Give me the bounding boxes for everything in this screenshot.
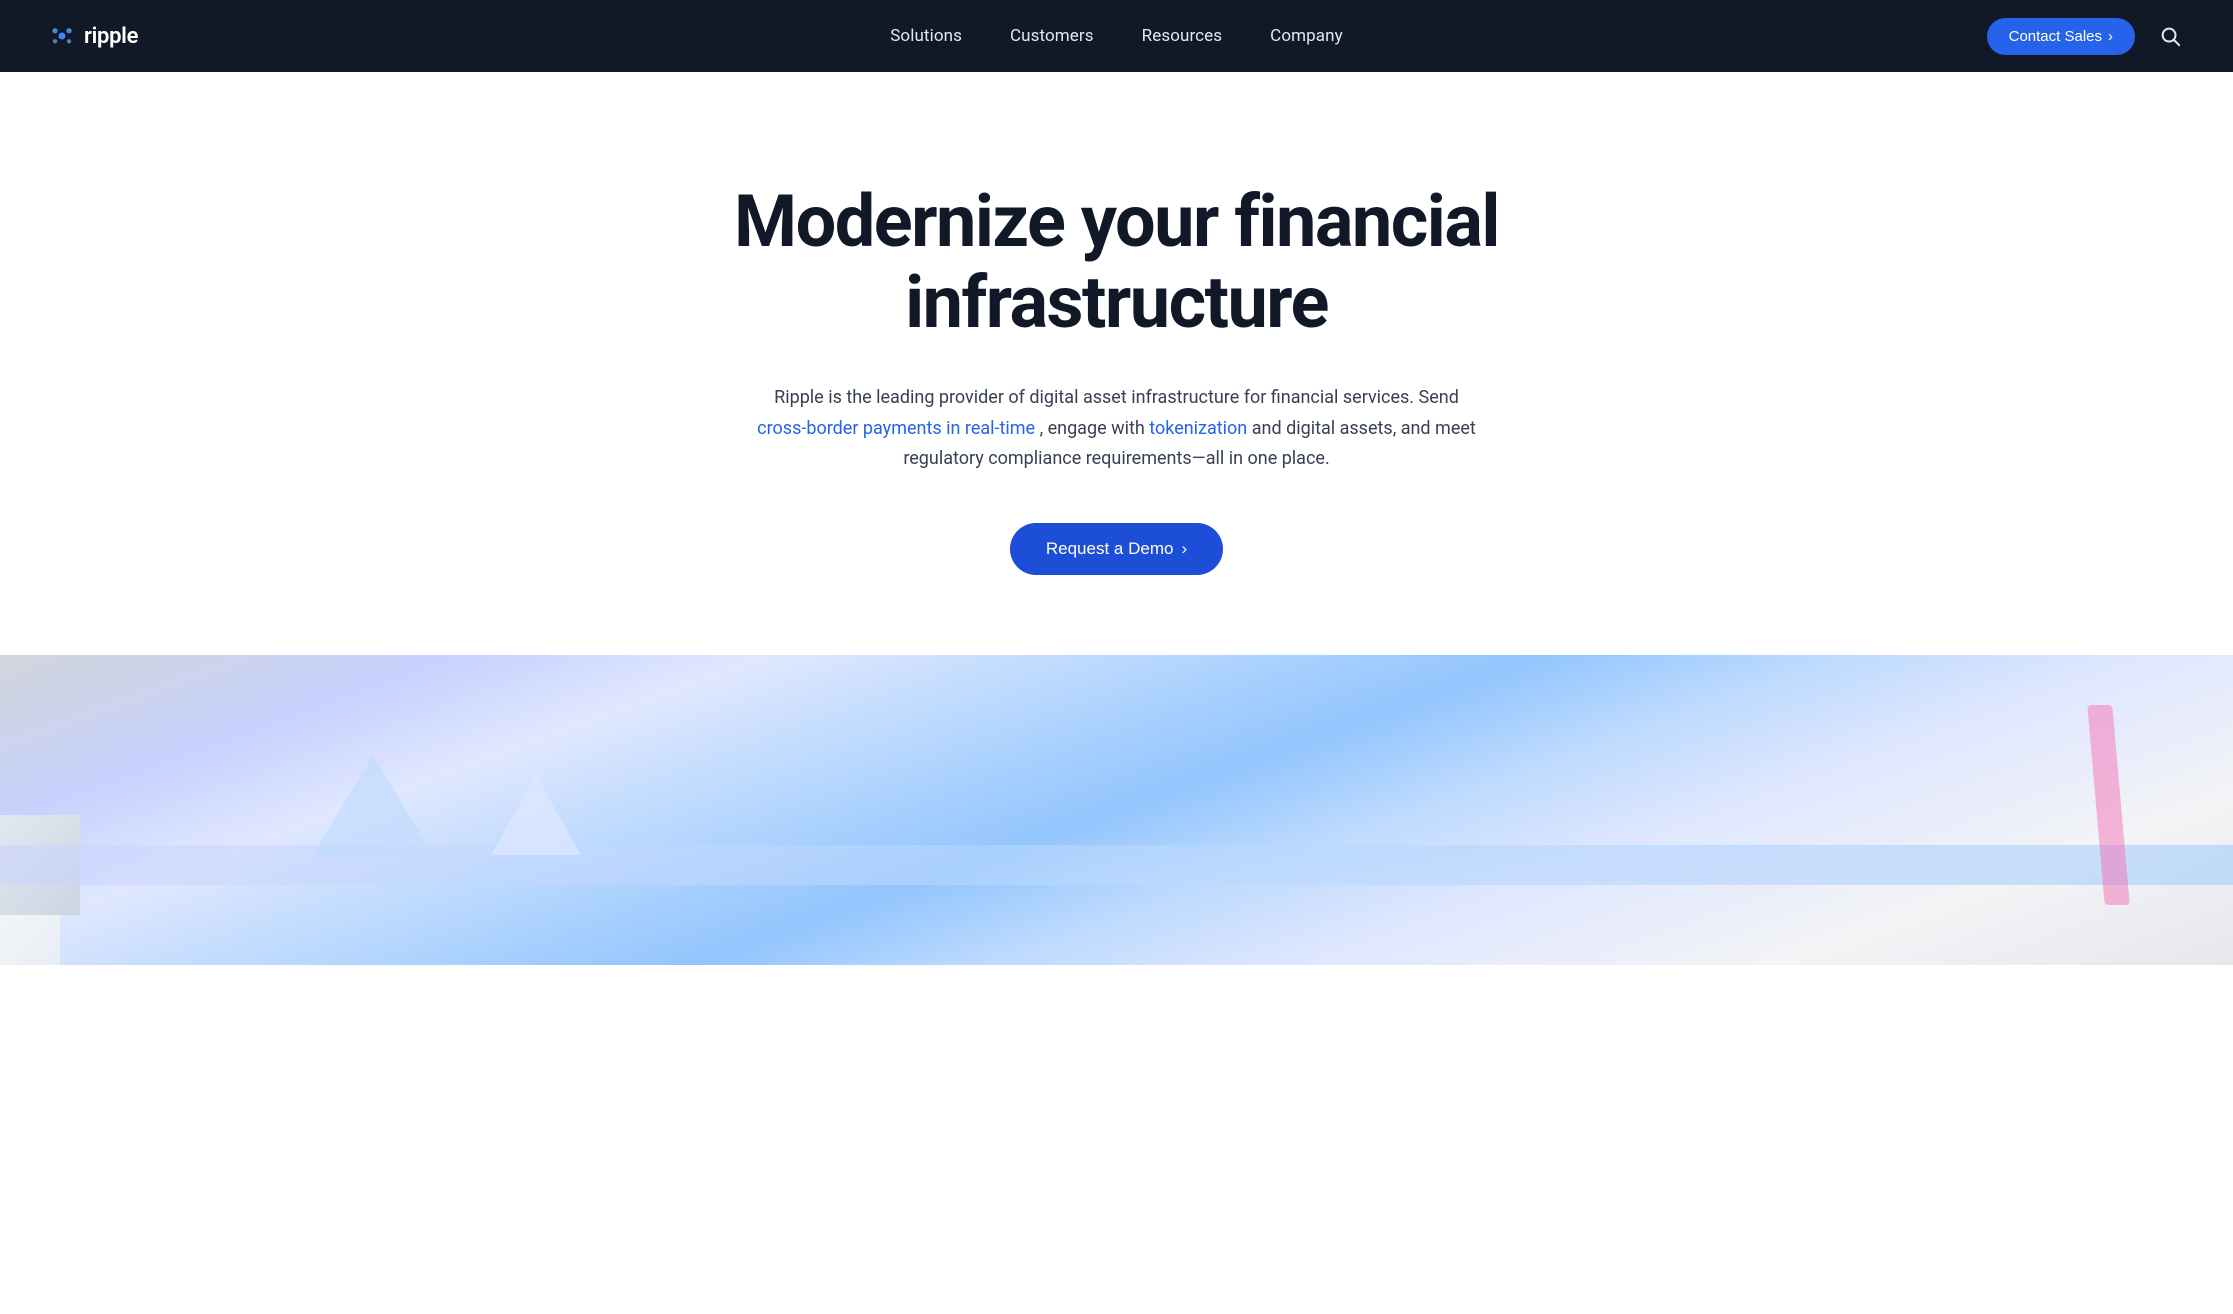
chevron-right-icon: › [1181,539,1187,559]
nav-company[interactable]: Company [1270,26,1343,46]
search-icon [2159,25,2181,47]
request-demo-button[interactable]: Request a Demo › [1010,523,1223,575]
nav-solutions[interactable]: Solutions [890,26,962,46]
hero-section: Modernize your financial infrastructure … [0,72,2233,655]
nav-customers[interactable]: Customers [1010,26,1094,46]
hero-title: Modernize your financial infrastructure [727,182,1507,343]
ripple-icon [48,22,76,50]
nav-resources[interactable]: Resources [1142,26,1223,46]
main-nav: Solutions Customers Resources Company [890,26,1343,46]
ripple-logo[interactable]: ripple [48,22,138,50]
prism-shape-left2 [491,775,581,855]
navbar: ripple Solutions Customers Resources Com… [0,0,2233,72]
block-shape-white-left2 [0,915,60,965]
prism-shape-left [313,755,433,855]
nav-actions: Contact Sales › [1987,18,2185,55]
tokenization-link[interactable]: tokenization [1149,418,1247,439]
logo-wordmark: ripple [84,24,138,49]
hero-image [0,655,2233,965]
chevron-right-icon: › [2108,28,2113,45]
search-button[interactable] [2155,21,2185,51]
contact-sales-button[interactable]: Contact Sales › [1987,18,2135,55]
cross-border-link[interactable]: cross-border payments in real-time [757,418,1035,439]
hero-description: Ripple is the leading provider of digita… [757,383,1477,475]
